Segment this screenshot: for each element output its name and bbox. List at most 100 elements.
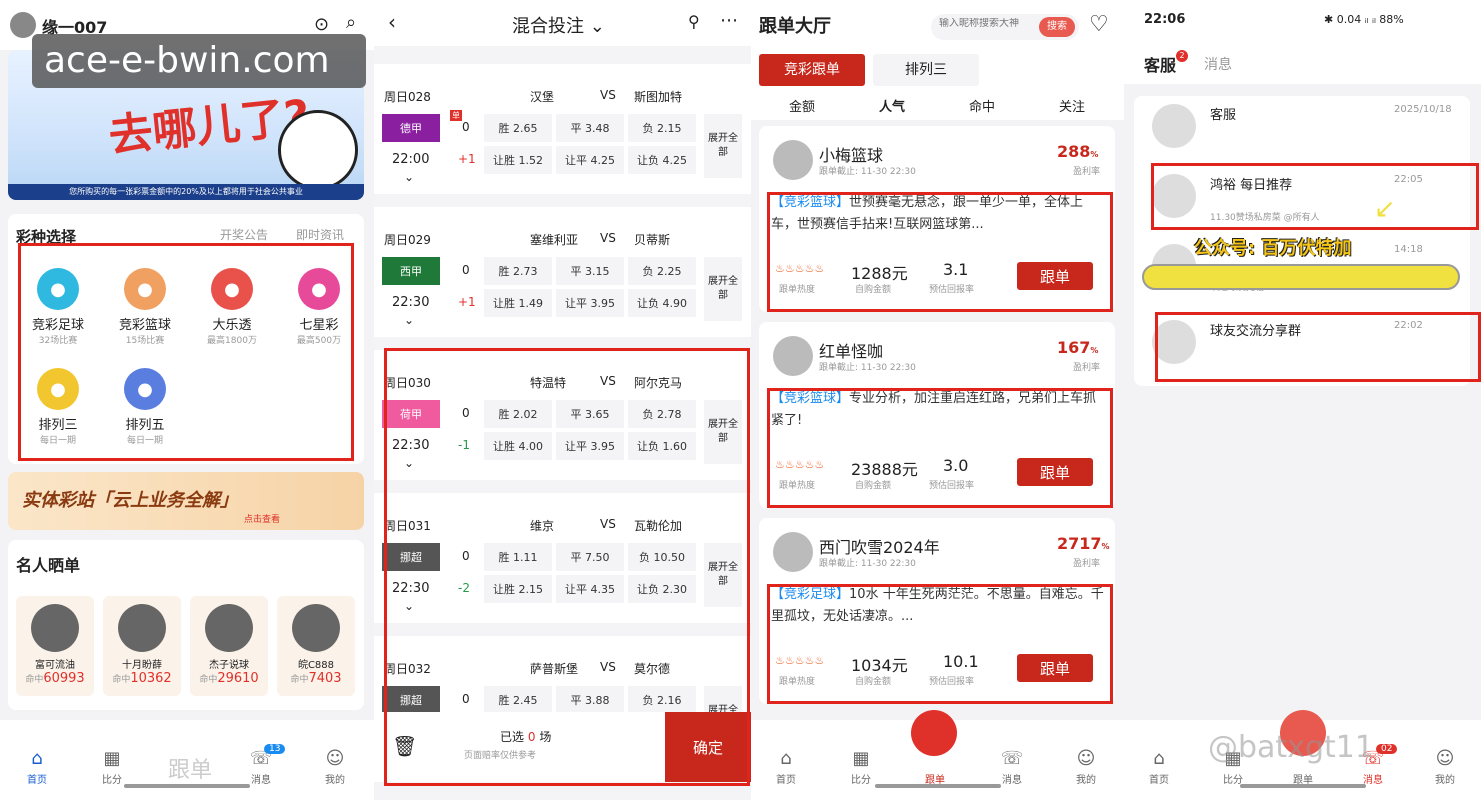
chat-item[interactable]: 鸿裕 每日推荐 22:05 11.30赞场私房菜 @所有人: [1134, 170, 1470, 234]
follow-button[interactable]: 跟单: [1017, 458, 1093, 486]
handicap-odds-cell[interactable]: 让平 4.25: [556, 146, 624, 174]
odds-cell[interactable]: 负 10.50: [628, 543, 696, 571]
odds-cell[interactable]: 负 2.16: [628, 686, 696, 714]
tab-mine[interactable]: ☺ 我的: [310, 748, 360, 786]
handicap-odds-cell[interactable]: 让负 2.30: [628, 575, 696, 603]
odds-cell[interactable]: 平 3.65: [556, 400, 624, 428]
celeb-item[interactable]: 杰子说球 命中29610: [190, 596, 268, 696]
page-title[interactable]: 混合投注 ⌄: [512, 12, 605, 38]
odds-cell[interactable]: 负 2.25: [628, 257, 696, 285]
filter-icon[interactable]: ⚲: [688, 12, 700, 31]
odds-cell[interactable]: 胜 2.02: [484, 400, 552, 428]
expand-chevron-icon[interactable]: ⌄: [404, 599, 414, 613]
post-deadline: 跟单截止: 11-30 22:30: [819, 167, 916, 177]
handicap-odds-cell[interactable]: 让胜 2.15: [484, 575, 552, 603]
handicap-odds-cell[interactable]: 让负 4.90: [628, 289, 696, 317]
handicap-odds-cell[interactable]: 让平 4.35: [556, 575, 624, 603]
tab-score[interactable]: ▦ 比分: [836, 748, 886, 786]
sort-tab[interactable]: 金额: [789, 96, 815, 115]
tab-home[interactable]: ⌂ 首页: [12, 748, 62, 786]
search-box[interactable]: 搜索: [931, 14, 1079, 40]
tab-score[interactable]: ▦ 比分: [87, 748, 137, 786]
tab-home[interactable]: ⌂ 首页: [1134, 748, 1184, 786]
lottery-ball-icon: ●: [37, 268, 79, 310]
sort-tab[interactable]: 关注: [1059, 96, 1085, 115]
post-avatar: [773, 140, 813, 180]
odds-cell[interactable]: 负 2.78: [628, 400, 696, 428]
tab-messages[interactable]: ☏ 消息 13: [236, 744, 286, 786]
expand-all-button[interactable]: 展开全部: [704, 114, 742, 178]
user-avatar[interactable]: [10, 12, 36, 38]
expand-all-button[interactable]: 展开全部: [704, 257, 742, 321]
follow-button[interactable]: 跟单: [1017, 654, 1093, 682]
tab-mine[interactable]: ☺ 我的: [1061, 748, 1111, 786]
search-button[interactable]: 搜索: [1039, 17, 1075, 37]
chat-item[interactable]: 球友交流分享群 22:02: [1134, 316, 1470, 380]
amount-value: 1034元: [851, 656, 908, 675]
post-text: 【竞彩篮球】专业分析，加注重启连红路，兄弟们上车抓紧了!: [771, 391, 1097, 428]
search-icon[interactable]: ⌕: [346, 12, 356, 33]
lottery-item[interactable]: ● 大乐透 最高1800万: [192, 268, 272, 346]
celeb-item[interactable]: 皖C888 命中7403: [277, 596, 355, 696]
odds-cell[interactable]: 平 3.48: [556, 114, 624, 142]
post-card[interactable]: 小梅篮球 跟单截止: 11-30 22:30 288% 盈利率 【竞彩篮球】世预…: [759, 126, 1115, 312]
lottery-item[interactable]: ● 排列五 每日一期: [105, 368, 185, 446]
sort-tab[interactable]: 命中: [969, 96, 995, 115]
tab-messages[interactable]: 消息: [1204, 54, 1232, 74]
odds-cell[interactable]: 胜 2.45: [484, 686, 552, 714]
odds-cell[interactable]: 平 7.50: [556, 543, 624, 571]
tab-label: 比分: [851, 775, 871, 786]
handicap-odds-cell[interactable]: 让负 1.60: [628, 432, 696, 460]
expand-chevron-icon[interactable]: ⌄: [404, 313, 414, 327]
lottery-item[interactable]: ● 七星彩 最高500万: [279, 268, 359, 346]
more-icon[interactable]: ⋯: [720, 10, 738, 31]
chat-icon[interactable]: ⊙: [314, 14, 329, 35]
odds-cell[interactable]: 胜 2.65: [484, 114, 552, 142]
handicap-odds-cell[interactable]: 让平 3.95: [556, 432, 624, 460]
tab-follow[interactable]: 跟单: [910, 748, 960, 786]
post-text: 【竞彩足球】10水 十年生死两茫茫。不思量。自难忘。千里孤坟，无处话凄凉。...: [771, 587, 1104, 624]
tab-pailie3[interactable]: 排列三: [873, 54, 979, 86]
promo-link[interactable]: 点击查看: [244, 512, 280, 525]
tab-label: 首页: [27, 775, 47, 786]
odds-cell[interactable]: 胜 2.73: [484, 257, 552, 285]
handicap-odds-cell[interactable]: 让胜 1.49: [484, 289, 552, 317]
expand-all-button[interactable]: 展开全部: [704, 543, 742, 607]
tab-messages[interactable]: ☏ 消息: [987, 748, 1037, 786]
handicap-odds-cell[interactable]: 让平 3.95: [556, 289, 624, 317]
expand-all-button[interactable]: 展开全部: [704, 400, 742, 464]
promo-strip[interactable]: 实体彩站「云上业务全解」 点击查看: [8, 472, 364, 530]
post-card[interactable]: 西门吹雪2024年 跟单截止: 11-30 22:30 2717% 盈利率 【竞…: [759, 518, 1115, 704]
follow-button[interactable]: 跟单: [1017, 262, 1093, 290]
odds-cell[interactable]: 负 2.15: [628, 114, 696, 142]
tab-service[interactable]: 客服: [1144, 52, 1176, 76]
handicap-odds-cell[interactable]: 让胜 1.52: [484, 146, 552, 174]
draw-notice-link[interactable]: 开奖公告: [220, 226, 268, 243]
expand-chevron-icon[interactable]: ⌄: [404, 170, 414, 184]
odds-cell[interactable]: 胜 1.11: [484, 543, 552, 571]
expand-chevron-icon[interactable]: ⌄: [404, 456, 414, 470]
handicap-odds-cell[interactable]: 让负 4.25: [628, 146, 696, 174]
lottery-item[interactable]: ● 竞彩篮球 15场比赛: [105, 268, 185, 346]
post-card[interactable]: 红单怪咖 跟单截止: 11-30 22:30 167% 盈利率 【竞彩篮球】专业…: [759, 322, 1115, 508]
news-link[interactable]: 即时资讯: [296, 226, 344, 243]
chat-item[interactable]: 客服 2025/10/18: [1134, 100, 1470, 164]
handicap-odds-cell[interactable]: 让胜 4.00: [484, 432, 552, 460]
lottery-item[interactable]: ● 排列三 每日一期: [18, 368, 98, 446]
sort-tab[interactable]: 人气: [879, 96, 905, 115]
celeb-item[interactable]: 十月盼薛 命中10362: [103, 596, 181, 696]
tab-mine[interactable]: ☺ 我的: [1420, 748, 1470, 786]
tab-follow[interactable]: 跟单: [160, 752, 220, 784]
celeb-item[interactable]: 富可流油 命中60993: [16, 596, 94, 696]
search-input[interactable]: [939, 18, 1035, 29]
tab-home[interactable]: ⌂ 首页: [761, 748, 811, 786]
back-icon[interactable]: ‹: [388, 10, 396, 34]
trash-icon[interactable]: 🗑: [392, 734, 417, 758]
odds-cell[interactable]: 平 3.88: [556, 686, 624, 714]
heart-icon[interactable]: ♡: [1089, 12, 1109, 37]
odds-cell[interactable]: 平 3.15: [556, 257, 624, 285]
confirm-button[interactable]: 确定: [665, 712, 751, 782]
tab-jingcai[interactable]: 竞彩跟单: [759, 54, 865, 86]
home-indicator: [1240, 784, 1366, 788]
lottery-item[interactable]: ● 竞彩足球 32场比赛: [18, 268, 98, 346]
